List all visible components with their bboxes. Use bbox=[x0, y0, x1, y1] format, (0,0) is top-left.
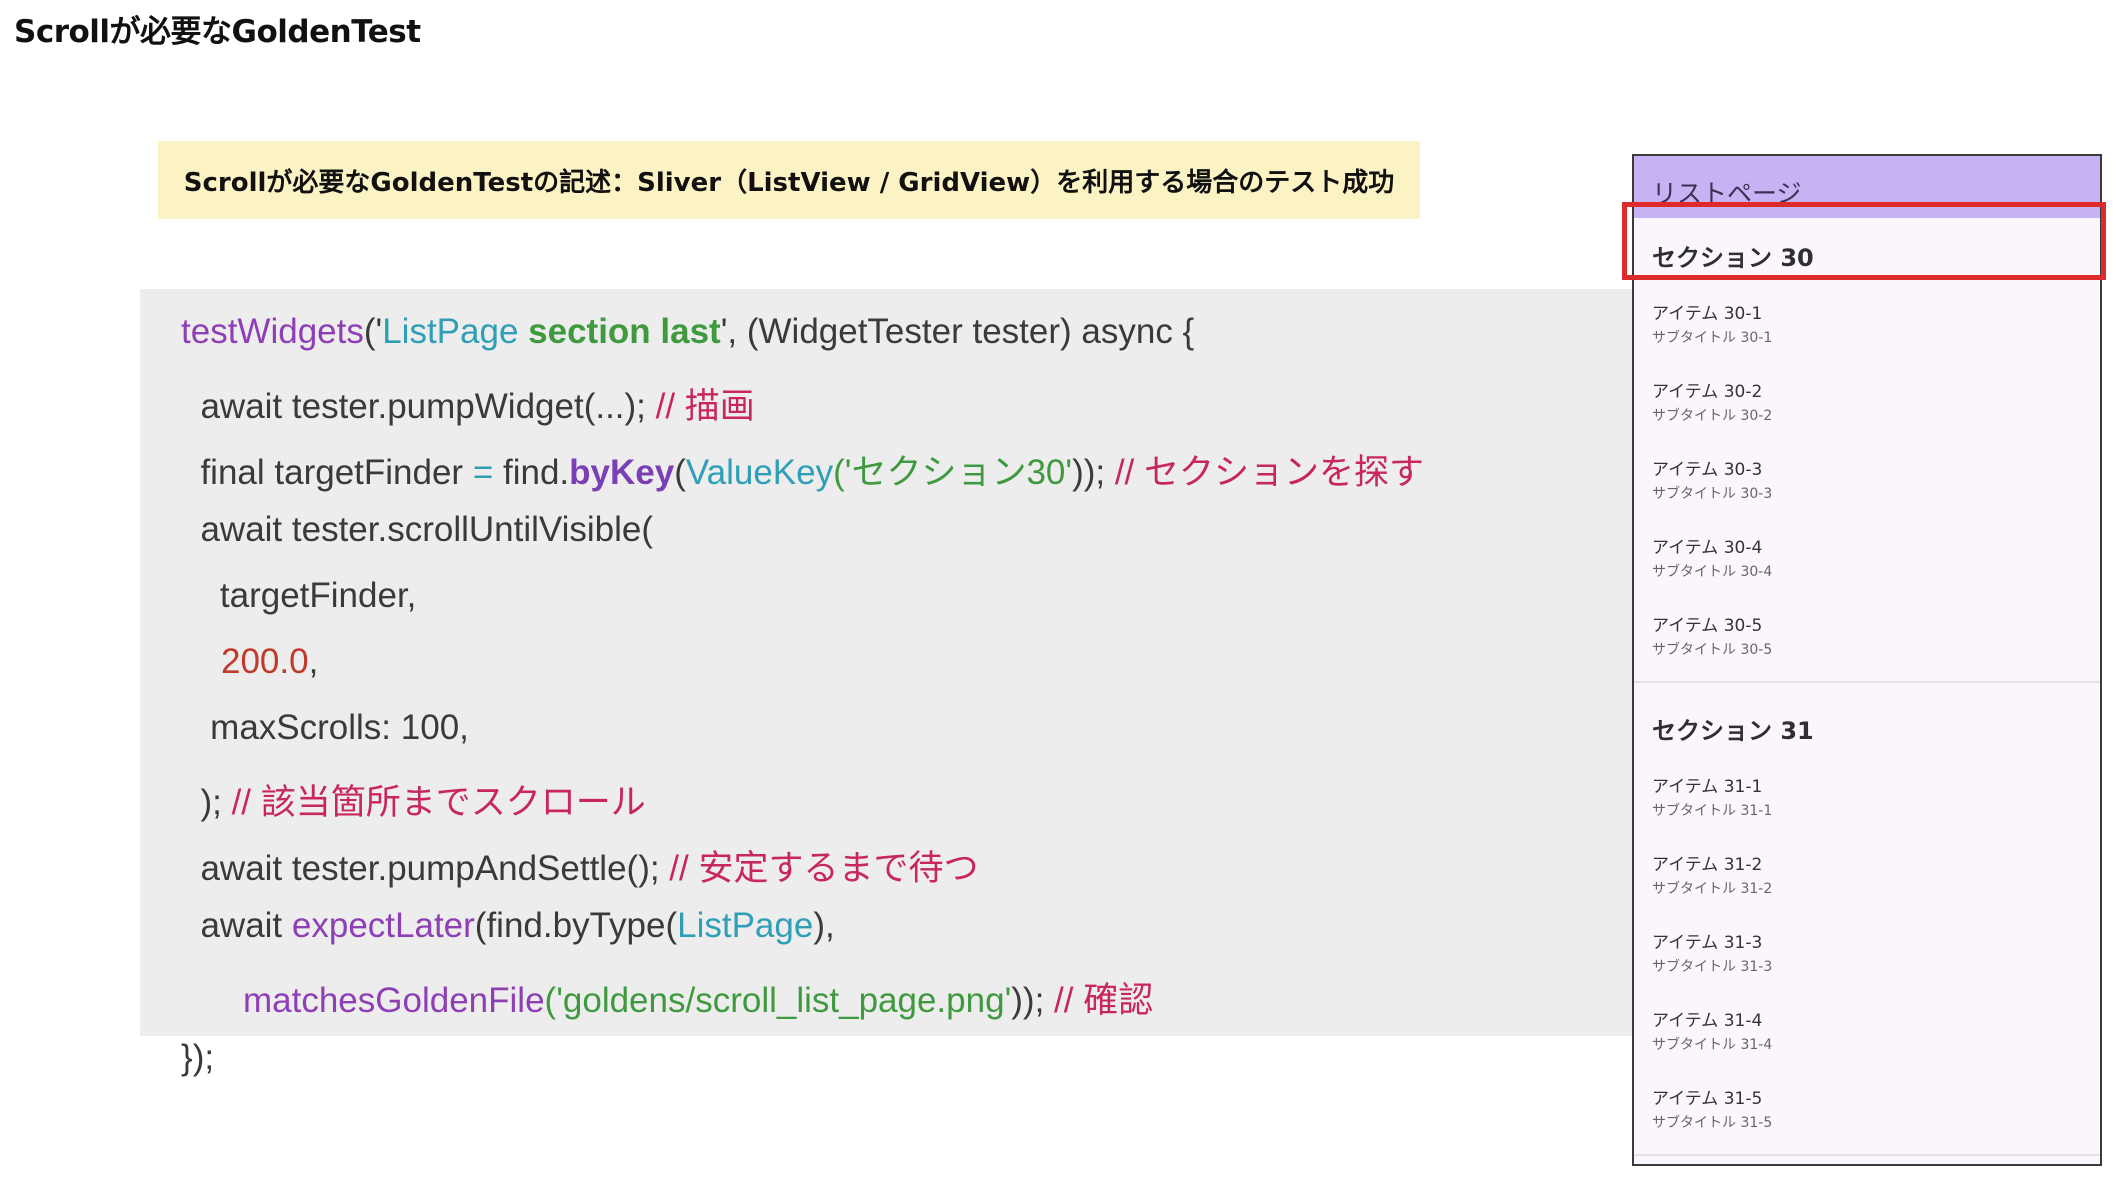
code-token: await bbox=[181, 906, 292, 945]
code-token: matchesGoldenFile bbox=[243, 981, 545, 1020]
list-item[interactable]: アイテム 30-3 サブタイトル 30-3 bbox=[1652, 455, 1772, 503]
item-title: アイテム 31-2 bbox=[1652, 855, 1763, 875]
code-comment: // セクションを探す bbox=[1114, 453, 1425, 492]
item-subtitle: サブタイトル 31-5 bbox=[1652, 1115, 1773, 1131]
item-title: アイテム 30-1 bbox=[1652, 304, 1763, 324]
item-title: アイテム 31-5 bbox=[1652, 1089, 1763, 1109]
code-line-6: 200.0, bbox=[221, 642, 318, 682]
code-line-9: await tester.pumpAndSettle(); // 安定するまで待… bbox=[181, 840, 978, 891]
section-header: セクション 31 bbox=[1652, 717, 1814, 745]
phone-screenshot: リストページ セクション 30 アイテム 30-1 サブタイトル 30-1 アイ… bbox=[1632, 154, 2102, 1166]
code-token: find. bbox=[493, 453, 570, 492]
item-title: アイテム 30-4 bbox=[1652, 538, 1763, 558]
code-token: testWidgets bbox=[181, 312, 364, 351]
code-line-7: maxScrolls: 100, bbox=[181, 708, 469, 747]
item-subtitle: サブタイトル 30-5 bbox=[1652, 642, 1773, 658]
code-line-3: final targetFinder = find.byKey(ValueKey… bbox=[181, 444, 1424, 495]
code-comment: // 該当箇所までスクロール bbox=[231, 783, 646, 822]
code-token: byKey bbox=[569, 453, 675, 492]
code-token: = bbox=[472, 453, 494, 492]
section-divider bbox=[1634, 1154, 2100, 1156]
code-token: ), bbox=[813, 906, 835, 945]
code-comment: // 描画 bbox=[655, 387, 755, 426]
item-title: アイテム 31-3 bbox=[1652, 933, 1763, 953]
code-token: ValueKey bbox=[685, 453, 834, 492]
list-item[interactable]: アイテム 31-2 サブタイトル 31-2 bbox=[1652, 850, 1772, 898]
item-subtitle: サブタイトル 30-2 bbox=[1652, 408, 1773, 424]
code-line-5: targetFinder, bbox=[181, 576, 417, 615]
code-token: await tester.pumpAndSettle(); bbox=[181, 849, 670, 888]
item-subtitle: サブタイトル 31-4 bbox=[1652, 1037, 1773, 1053]
list-item[interactable]: アイテム 30-4 サブタイトル 30-4 bbox=[1652, 533, 1772, 581]
slide-title: Scrollが必要なGoldenTest bbox=[14, 14, 421, 50]
code-token: final targetFinder bbox=[181, 453, 473, 492]
item-subtitle: サブタイトル 31-3 bbox=[1652, 959, 1773, 975]
list-item[interactable]: アイテム 31-4 サブタイトル 31-4 bbox=[1652, 1006, 1772, 1054]
code-line-2: await tester.pumpWidget(...); // 描画 bbox=[181, 378, 755, 429]
list-item[interactable]: アイテム 31-5 サブタイトル 31-5 bbox=[1652, 1084, 1772, 1132]
code-token: , bbox=[308, 642, 319, 681]
code-token: (find.byType( bbox=[474, 906, 678, 945]
code-token: ); bbox=[181, 783, 232, 822]
code-line-1: testWidgets('ListPage section last', (Wi… bbox=[181, 312, 1194, 352]
code-token: ', (WidgetTester tester) async { bbox=[720, 312, 1195, 351]
item-subtitle: サブタイトル 31-1 bbox=[1652, 803, 1773, 819]
list-item[interactable]: アイテム 30-1 サブタイトル 30-1 bbox=[1652, 299, 1772, 347]
list-item[interactable]: アイテム 31-3 サブタイトル 31-3 bbox=[1652, 928, 1772, 976]
code-line-11: matchesGoldenFile('goldens/scroll_list_p… bbox=[243, 972, 1153, 1023]
code-token: (' bbox=[363, 312, 383, 351]
code-line-12: }); bbox=[181, 1038, 215, 1077]
item-title: アイテム 31-4 bbox=[1652, 1011, 1763, 1031]
banner-text: Scrollが必要なGoldenTestの記述：Sliver（ListView … bbox=[183, 167, 1395, 198]
code-token: ListPage bbox=[677, 906, 814, 945]
code-token: ( bbox=[674, 453, 686, 492]
code-token: await tester.pumpWidget(...); bbox=[181, 387, 656, 426]
code-token: ListPage bbox=[382, 312, 529, 351]
list-item[interactable]: アイテム 31-1 サブタイトル 31-1 bbox=[1652, 772, 1772, 820]
item-subtitle: サブタイトル 30-4 bbox=[1652, 564, 1773, 580]
code-line-10: await expectLater(find.byType(ListPage), bbox=[181, 906, 835, 946]
code-number: 200.0 bbox=[221, 642, 309, 681]
code-comment: // 安定するまで待つ bbox=[669, 849, 979, 888]
code-token: )); bbox=[1072, 453, 1115, 492]
code-token: ('セクション30' bbox=[833, 453, 1073, 492]
code-token: )); bbox=[1011, 981, 1055, 1020]
list-item[interactable]: アイテム 30-2 サブタイトル 30-2 bbox=[1652, 377, 1772, 425]
item-title: アイテム 30-2 bbox=[1652, 382, 1763, 402]
item-subtitle: サブタイトル 30-3 bbox=[1652, 486, 1773, 502]
code-token: expectLater bbox=[291, 906, 475, 945]
code-line-8: ); // 該当箇所までスクロール bbox=[181, 774, 646, 825]
code-comment: // 確認 bbox=[1054, 981, 1154, 1020]
item-subtitle: サブタイトル 31-2 bbox=[1652, 881, 1773, 897]
item-title: アイテム 30-3 bbox=[1652, 460, 1763, 480]
code-line-4: await tester.scrollUntilVisible( bbox=[181, 510, 654, 549]
item-title: アイテム 31-1 bbox=[1652, 777, 1763, 797]
code-token: section last bbox=[528, 312, 721, 351]
description-banner: Scrollが必要なGoldenTestの記述：Sliver（ListView … bbox=[158, 141, 1420, 219]
code-token: ('goldens/scroll_list_page.png' bbox=[544, 981, 1012, 1020]
list-item[interactable]: アイテム 30-5 サブタイトル 30-5 bbox=[1652, 611, 1772, 659]
section-divider bbox=[1634, 681, 2100, 683]
item-subtitle: サブタイトル 30-1 bbox=[1652, 330, 1773, 346]
highlight-box bbox=[1622, 202, 2106, 280]
item-title: アイテム 30-5 bbox=[1652, 616, 1763, 636]
